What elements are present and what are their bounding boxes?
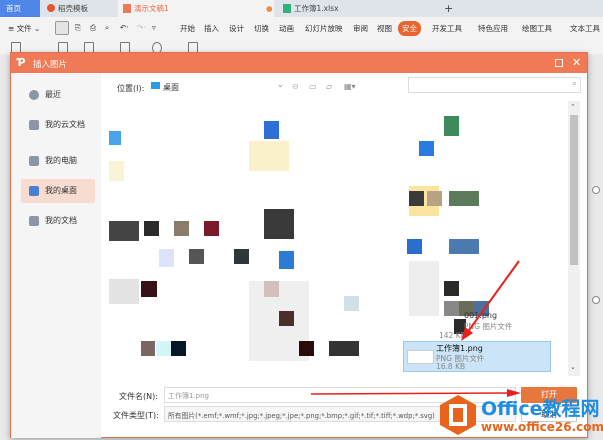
docer-icon [47,4,55,12]
close-icon[interactable]: ✕ [572,56,581,69]
folder-icon [29,216,39,226]
format-painter-icon[interactable]: ⎘ [75,23,81,33]
resize-handle[interactable] [592,296,600,304]
menu-transition[interactable]: 切换 [254,23,269,34]
desktop-icon [29,186,39,196]
sidebar-item-computer[interactable]: 我的电脑 [21,149,95,173]
menu-design[interactable]: 设计 [229,23,244,34]
menu-animation[interactable]: 动画 [279,23,294,34]
tab-presentation[interactable]: 演示文稿1 ● [118,0,274,17]
tab-label: 演示文稿1 [134,4,169,13]
tab-bar: 首页 稻壳模板 演示文稿1 ● 工作簿1.xlsx + [0,0,603,17]
clock-icon [29,90,39,100]
search-input[interactable]: ⌕ [408,77,581,93]
menu-review[interactable]: 审阅 [353,23,368,34]
back-icon[interactable]: ⊖ [292,82,299,91]
tab-home[interactable]: 首页 [0,0,40,17]
chevron-down-icon[interactable]: ⌄ [570,363,576,371]
file-label: 文件 [16,24,32,33]
more-icon[interactable]: ▿ [152,23,156,32]
filetype-value: 所有图片(*.emf;*.wmf;*.jpg;*.jpeg;*.jpe;*.pn… [168,412,435,420]
save-icon[interactable] [55,21,69,35]
redo-icon[interactable]: ↷· [137,23,146,32]
watermark-url: www.office26.com [481,420,603,434]
maximize-icon[interactable] [555,59,563,67]
menu-features[interactable]: 特色应用 [478,23,508,34]
watermark: Office教程网 www.office26.com [438,390,603,440]
search-icon: ⌕ [571,79,577,89]
menu-developer[interactable]: 开发工具 [432,23,462,34]
sidebar-item-cloud[interactable]: 我的云文档 [21,113,95,137]
tab-workbook[interactable]: 工作簿1.xlsx [278,0,426,17]
filename-label: 文件名(N): [119,392,158,401]
view-mode-icon[interactable]: ▦▾ [344,82,356,91]
menu-insert[interactable]: 插入 [204,23,219,34]
filename-value: 工作簿1.png [168,392,210,400]
xlsx-icon [283,4,291,13]
dialog-titlebar: Ƥ 插入图片 ✕ [11,53,587,73]
print-icon[interactable]: ⎙ [90,23,96,33]
new-tab-button[interactable]: + [438,0,453,17]
unsaved-dot: ● [266,4,273,13]
undo-icon[interactable]: ↶· [120,23,129,32]
watermark-title: Office教程网 [481,398,600,420]
preview-icon[interactable]: ⌕ [105,23,109,33]
menu-slideshow[interactable]: 幻灯片放映 [305,23,343,34]
filetype-label: 文件类型(T): [113,411,159,420]
chevron-up-icon[interactable]: ⌃ [570,103,576,111]
sidebar-label: 我的桌面 [45,186,77,195]
menu-security[interactable]: 安全 [398,21,421,36]
sidebar-item-recent[interactable]: 最近 [21,83,95,107]
location-select[interactable]: 桌面 ⌄ [151,80,287,94]
scrollbar[interactable]: ⌃ ⌄ [568,101,580,376]
location-value: 桌面 [163,83,179,92]
cloud-icon [29,120,39,130]
location-label: 位置(I): [117,84,145,93]
office-logo-icon [440,395,476,435]
menu-home[interactable]: 开始 [180,23,195,34]
menu-bar: ≡ 文件 ⌄ ⎘ ⎙ ⌕ ↶· ↷· ▿ 开始 插入 设计 切换 动画 幻灯片放… [0,17,603,40]
dialog-title: 插入图片 [33,60,68,70]
up-folder-icon[interactable]: ▭ [309,82,317,91]
desktop-folder-icon [151,82,160,89]
sidebar-label: 我的云文档 [45,120,85,129]
scrollbar-thumb[interactable] [570,115,578,265]
ppt-icon [123,4,131,13]
menu-drawing-tools[interactable]: 绘图工具 [522,23,552,34]
sidebar-label: 我的电脑 [45,156,77,165]
file-list[interactable]: 001.png PNG 图片文件 142 KB 工作簿1.png PNG 图片文… [109,101,567,376]
tab-label: 工作簿1.xlsx [294,4,339,13]
insert-picture-dialog: Ƥ 插入图片 ✕ 最近 我的云文档 我的电脑 我的桌面 我的文档 位置(I): … [10,52,588,438]
tab-docer[interactable]: 稻壳模板 [42,0,116,17]
new-folder-icon[interactable]: ▱ [326,82,332,91]
sidebar-label: 我的文档 [45,216,77,225]
chevron-down-icon: ⌄ [277,80,284,89]
wps-p-icon: Ƥ [17,56,26,69]
menu-text-tools[interactable]: 文本工具 [570,23,600,34]
resize-handle[interactable] [592,186,600,194]
sidebar-item-documents[interactable]: 我的文档 [21,209,95,233]
annotation-arrow [461,260,520,341]
tab-label: 稻壳模板 [58,4,88,13]
sidebar-item-desktop[interactable]: 我的桌面 [21,179,95,203]
sidebar-label: 最近 [45,90,61,99]
computer-icon [29,156,39,166]
menu-view[interactable]: 视图 [377,23,392,34]
file-menu[interactable]: ≡ 文件 ⌄ [8,23,40,34]
places-sidebar: 最近 我的云文档 我的电脑 我的桌面 我的文档 [11,73,101,438]
